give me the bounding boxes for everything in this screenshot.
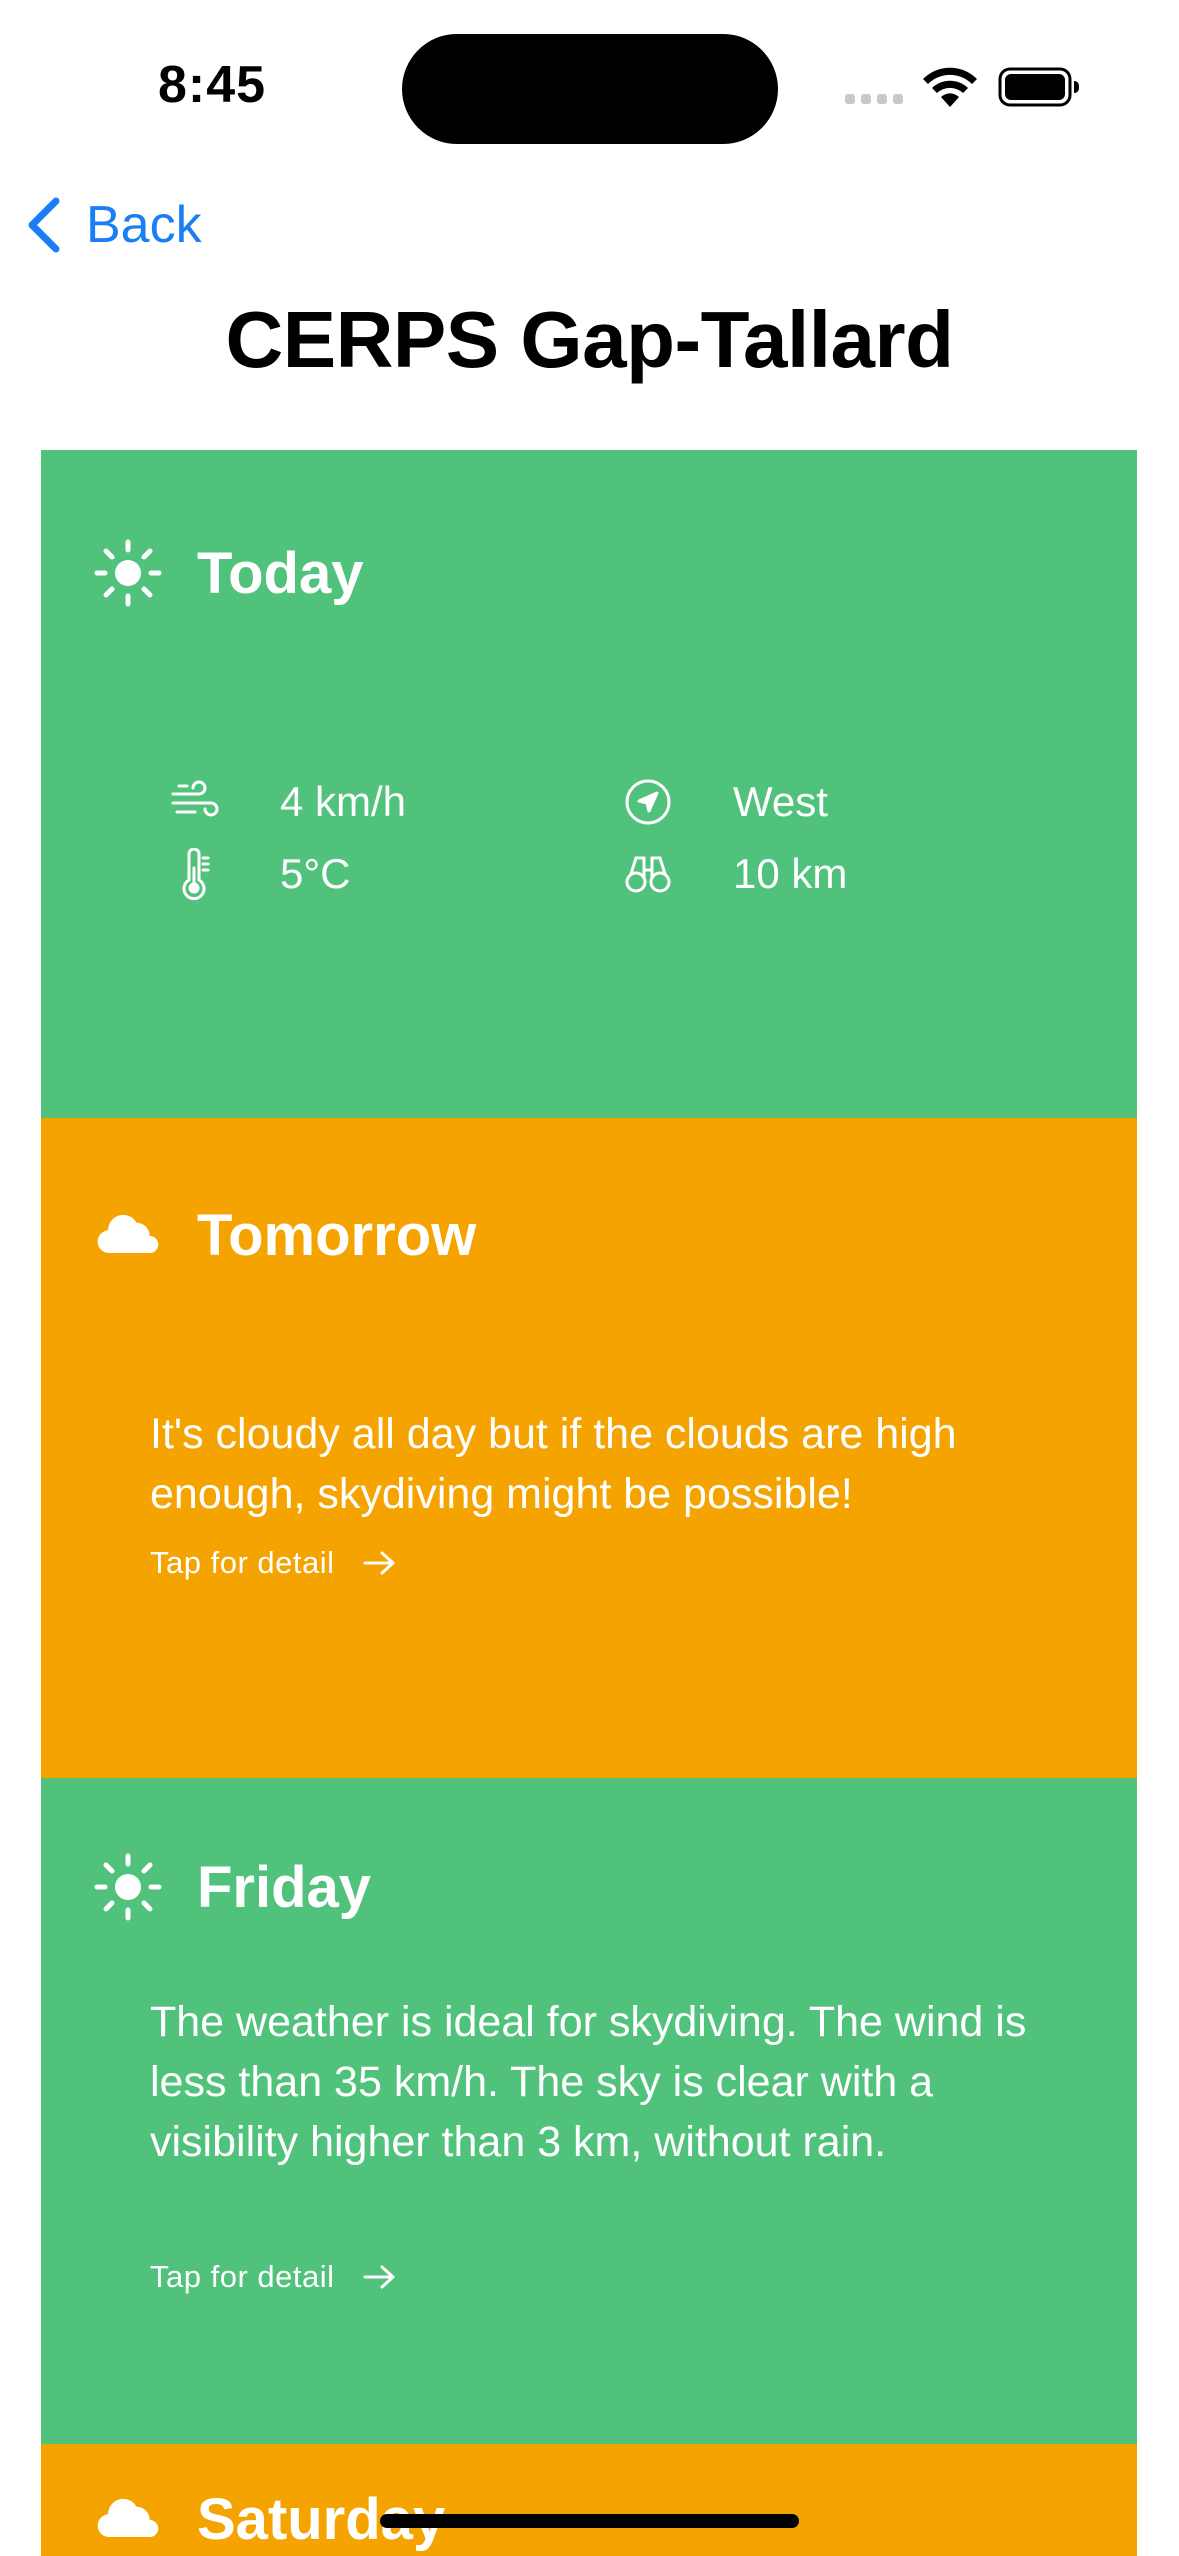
card-day-label: Friday bbox=[197, 1854, 372, 1920]
temperature-value: 5°C bbox=[280, 850, 351, 897]
forecast-card-saturday[interactable]: Saturday bbox=[41, 2444, 1137, 2556]
forecast-description: It's cloudy all day but if the clouds ar… bbox=[150, 1410, 957, 1518]
forecast-description: The weather is ideal for skydiving. The … bbox=[150, 1998, 1027, 2166]
chevron-left-icon bbox=[28, 197, 60, 253]
dynamic-island bbox=[402, 34, 778, 144]
card-day-label: Tomorrow bbox=[197, 1202, 477, 1268]
home-indicator[interactable] bbox=[380, 2514, 799, 2528]
temperature-stat: 5°C bbox=[168, 847, 351, 901]
status-time: 8:45 bbox=[158, 56, 267, 114]
wind-icon bbox=[168, 775, 222, 829]
cellular-signal-icon bbox=[845, 94, 905, 106]
binoculars-icon bbox=[621, 847, 675, 901]
wind-speed-value: 4 km/h bbox=[280, 778, 407, 825]
forecast-card-tomorrow[interactable]: Tomorrow It's cloudy all day but if the … bbox=[41, 1118, 1137, 1778]
tap-for-detail-label: Tap for detail bbox=[150, 1545, 335, 1580]
thermometer-icon bbox=[168, 847, 222, 901]
wind-direction-stat: West bbox=[621, 775, 828, 829]
battery-icon bbox=[998, 67, 1079, 107]
tap-for-detail-label: Tap for detail bbox=[150, 2259, 335, 2294]
wind-speed-stat: 4 km/h bbox=[168, 775, 406, 829]
tap-for-detail-link[interactable]: Tap for detail bbox=[150, 1545, 397, 1581]
wind-direction-value: West bbox=[733, 778, 828, 825]
sun-icon bbox=[93, 1852, 163, 1922]
visibility-stat: 10 km bbox=[621, 847, 847, 901]
wifi-icon bbox=[923, 67, 977, 107]
visibility-value: 10 km bbox=[733, 850, 848, 897]
back-button[interactable]: Back bbox=[24, 190, 202, 260]
forecast-card-today[interactable]: Today 4 km/h 5°C West 10 km bbox=[41, 450, 1137, 1118]
card-day-label: Today bbox=[197, 540, 364, 606]
back-button-label: Back bbox=[86, 196, 202, 254]
location-arrow-icon bbox=[621, 775, 675, 829]
tap-for-detail-link[interactable]: Tap for detail bbox=[150, 2259, 397, 2295]
page-title: CERPS Gap-Tallard bbox=[225, 295, 954, 384]
status-bar: 8:45 bbox=[0, 0, 1179, 170]
cloud-icon bbox=[93, 1200, 163, 1270]
sun-icon bbox=[93, 538, 163, 608]
forecast-card-friday[interactable]: Friday The weather is ideal for skydivin… bbox=[41, 1778, 1137, 2444]
arrow-right-icon bbox=[363, 2265, 394, 2289]
cloud-icon bbox=[93, 2484, 163, 2554]
arrow-right-icon bbox=[363, 1551, 394, 1575]
